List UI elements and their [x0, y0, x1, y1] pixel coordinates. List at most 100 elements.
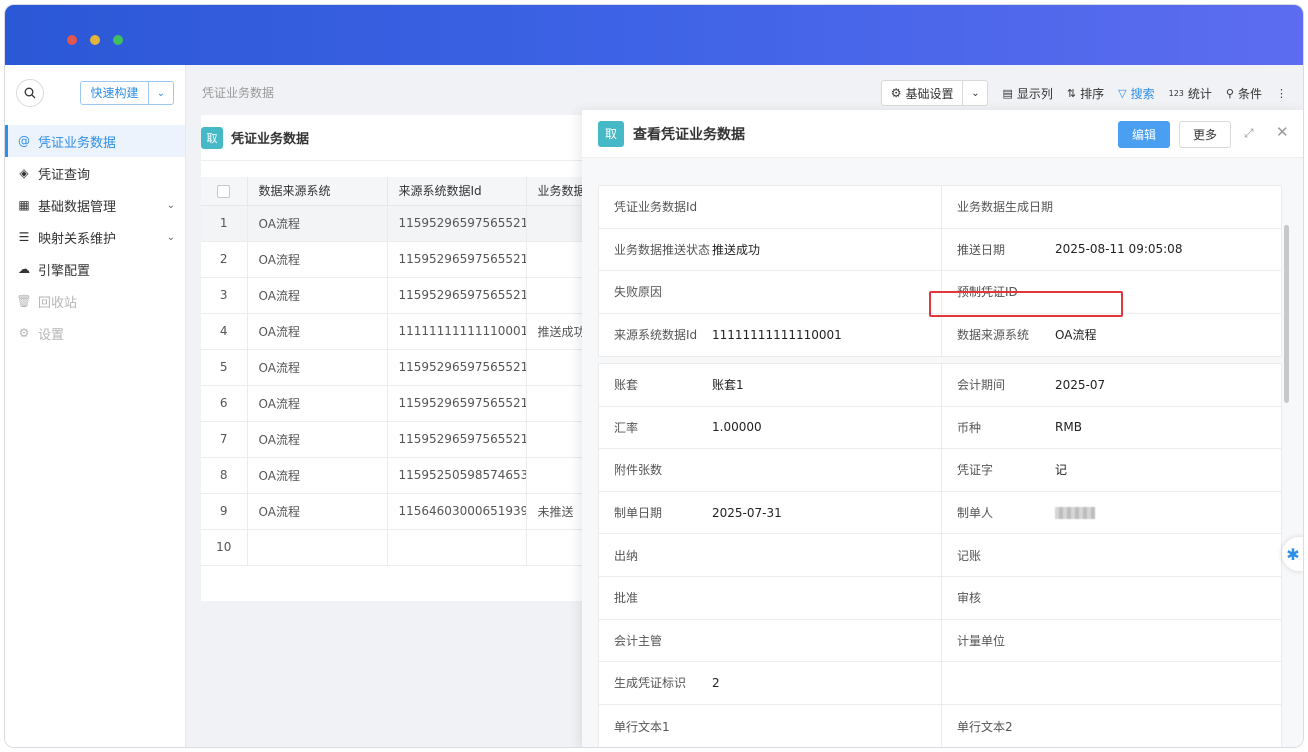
columns-button[interactable]: ▤ 显示列 — [1002, 85, 1052, 102]
table-row[interactable]: 3OA流程1159529659756552194 — [201, 277, 602, 314]
edit-button[interactable]: 编辑 — [1118, 121, 1170, 148]
sidebar-item-label: 基础数据管理 — [38, 199, 117, 215]
sidebar-item-4[interactable]: ☁ 引擎配置 — [5, 253, 185, 285]
quick-build-label: 快速构建 — [81, 82, 149, 104]
detail-row: 业务数据推送状态 推送成功 推送日期 2025-08-11 09:05:08 — [599, 228, 1281, 271]
more-menu-button[interactable]: ⋮ — [1276, 87, 1287, 100]
search-button[interactable] — [16, 79, 44, 107]
detail-field: 附件张数 — [599, 449, 941, 491]
expand-icon[interactable]: ⤢ — [1244, 126, 1254, 141]
chevron-down-icon[interactable]: ⌄ — [149, 88, 173, 99]
detail-field: 批准 — [599, 577, 941, 619]
sidebar-item-0[interactable]: @ 凭证业务数据 — [5, 125, 185, 157]
sidebar-item-label: 凭证业务数据 — [38, 135, 117, 151]
chevron-down-icon[interactable]: ⌄ — [963, 81, 987, 105]
quick-build-button[interactable]: 快速构建 ⌄ — [80, 81, 174, 105]
breadcrumb: 凭证业务数据 — [202, 86, 275, 100]
field-value: 账套1 — [712, 378, 744, 393]
list-title: 凭证业务数据 — [231, 132, 310, 147]
columns-label: 显示列 — [1016, 86, 1053, 101]
sidebar-item-label: 引擎配置 — [38, 263, 91, 279]
table-cell-idx: 1 — [201, 205, 248, 242]
table-cell-id: 1159525059857465345 — [387, 457, 527, 494]
search-toolbar-button[interactable]: ▽ 搜索 — [1118, 85, 1154, 102]
table-cell-idx: 10 — [201, 529, 248, 566]
vertical-ellipsis-icon: ⋮ — [1276, 86, 1287, 100]
app-logo-icon: 取 — [598, 120, 624, 147]
table-cell-idx: 8 — [201, 457, 248, 494]
sidebar-item-5[interactable]: 🗑 回收站 — [5, 285, 185, 317]
title-bar — [5, 5, 1303, 65]
field-label: 业务数据推送状态 — [614, 242, 711, 257]
table-row[interactable]: 7OA流程1159529659756552194 — [201, 421, 602, 458]
table-row[interactable]: 8OA流程1159525059857465345 — [201, 457, 602, 494]
filter-button[interactable]: ⚲ 条件 — [1226, 85, 1262, 102]
sidebar-item-label: 映射关系维护 — [38, 231, 117, 247]
field-value: 2025-07-31 — [712, 505, 782, 520]
stats-button[interactable]: 123 统计 — [1169, 85, 1212, 102]
close-window-dot[interactable] — [67, 35, 77, 45]
scrollbar[interactable] — [1284, 225, 1289, 403]
more-button[interactable]: 更多 — [1179, 121, 1231, 148]
field-label: 单行文本2 — [957, 719, 1013, 734]
field-label: 记账 — [957, 548, 982, 563]
table-cell-source: OA流程 — [247, 277, 388, 314]
base-settings-split-button: ⚙ 基础设置 ⌄ — [880, 80, 989, 106]
detail-field: 单行文本2 — [941, 704, 1283, 747]
field-label: 数据来源系统 — [957, 328, 1030, 343]
base-settings-button[interactable]: ⚙ 基础设置 — [882, 81, 964, 105]
table-row[interactable]: 5OA流程1159529659756552194 — [201, 349, 602, 386]
table-cell-idx: 7 — [201, 421, 248, 458]
table-cell-id: 1159529659756552194 — [387, 205, 527, 242]
detail-field: 账套 账套1 — [599, 364, 941, 406]
field-label: 会计期间 — [957, 378, 1006, 393]
table-cell-idx: 6 — [201, 385, 248, 422]
sidebar-item-1[interactable]: ◈ 凭证查询 — [5, 157, 185, 189]
table-row[interactable]: 6OA流程1159529659756552194 — [201, 385, 602, 422]
maximize-window-dot[interactable] — [113, 35, 123, 45]
detail-row: 附件张数 凭证字 记 — [599, 449, 1281, 492]
chevron-down-icon[interactable]: ⌄ — [167, 200, 175, 211]
table-row[interactable]: 10 — [201, 529, 602, 566]
columns-icon: ▤ — [1002, 86, 1013, 100]
detail-field: 币种 RMB — [941, 406, 1283, 449]
sidebar-item-2[interactable]: ▦ 基础数据管理 ⌄ — [5, 189, 185, 221]
table-row[interactable]: 4 OA流程 11111111111110001 推送成功 — [201, 313, 602, 350]
column-header[interactable]: 数据来源系统 — [247, 177, 388, 206]
filter-label: 条件 — [1237, 86, 1262, 101]
field-label: 出纳 — [614, 548, 639, 563]
detail-field: 业务数据推送状态 推送成功 — [599, 229, 941, 271]
field-label: 来源系统数据Id — [614, 328, 698, 343]
select-all-checkbox[interactable] — [201, 177, 248, 206]
table-header-row: 数据来源系统 来源系统数据Id 业务数据推 — [201, 177, 602, 206]
sort-button[interactable]: ⇅ 排序 — [1067, 85, 1104, 102]
table-row[interactable]: 2OA流程1159529659756552194 — [201, 241, 602, 278]
table-cell-source: OA流程 — [247, 385, 388, 422]
sidebar-item-6[interactable]: ⚙ 设置 — [5, 317, 185, 349]
field-value: 推送成功 — [712, 242, 761, 257]
detail-row: 批准 审核 — [599, 576, 1281, 620]
chevron-down-icon[interactable]: ⌄ — [167, 232, 175, 243]
sort-icon: ⇅ — [1066, 86, 1077, 100]
close-icon[interactable]: ✕ — [1276, 123, 1289, 141]
layers-icon: ◈ — [19, 166, 29, 180]
sidebar-item-3[interactable]: ☰ 映射关系维护 ⌄ — [5, 221, 185, 253]
table-row[interactable]: 1OA流程1159529659756552194 — [201, 205, 602, 242]
field-value: 记 — [1055, 463, 1068, 478]
table-cell-source: OA流程 — [247, 205, 388, 242]
field-label: 失败原因 — [614, 285, 663, 300]
column-header[interactable]: 来源系统数据Id — [387, 177, 527, 206]
table-cell-idx: 2 — [201, 241, 248, 278]
field-label: 计量单位 — [957, 633, 1006, 648]
field-label: 生成凭证标识 — [614, 676, 687, 691]
field-label: 制单人 — [957, 506, 994, 521]
sidebar: 快速构建 ⌄ @ 凭证业务数据 ◈ 凭证查询 ▦ 基础数据管理 ⌄ ☰ 映射关系维护 ⌄ ☁ 引擎配置… — [5, 65, 186, 747]
bug-icon: ✱ — [1286, 544, 1300, 564]
sort-label: 排序 — [1080, 86, 1105, 101]
detail-field: 数据来源系统 OA流程 — [941, 313, 1283, 356]
gear-icon: ⚙ — [890, 86, 902, 100]
table-row[interactable]: 9OA流程1156460300065193984未推送 — [201, 493, 602, 530]
detail-row: 汇率 1.00000 币种 RMB — [599, 406, 1283, 450]
minimize-window-dot[interactable] — [90, 35, 100, 45]
list-panel: 取 凭证业务数据 数据来源系统 来源系统数据Id 业务数据推 1 OA流程 1159… — [201, 115, 602, 601]
